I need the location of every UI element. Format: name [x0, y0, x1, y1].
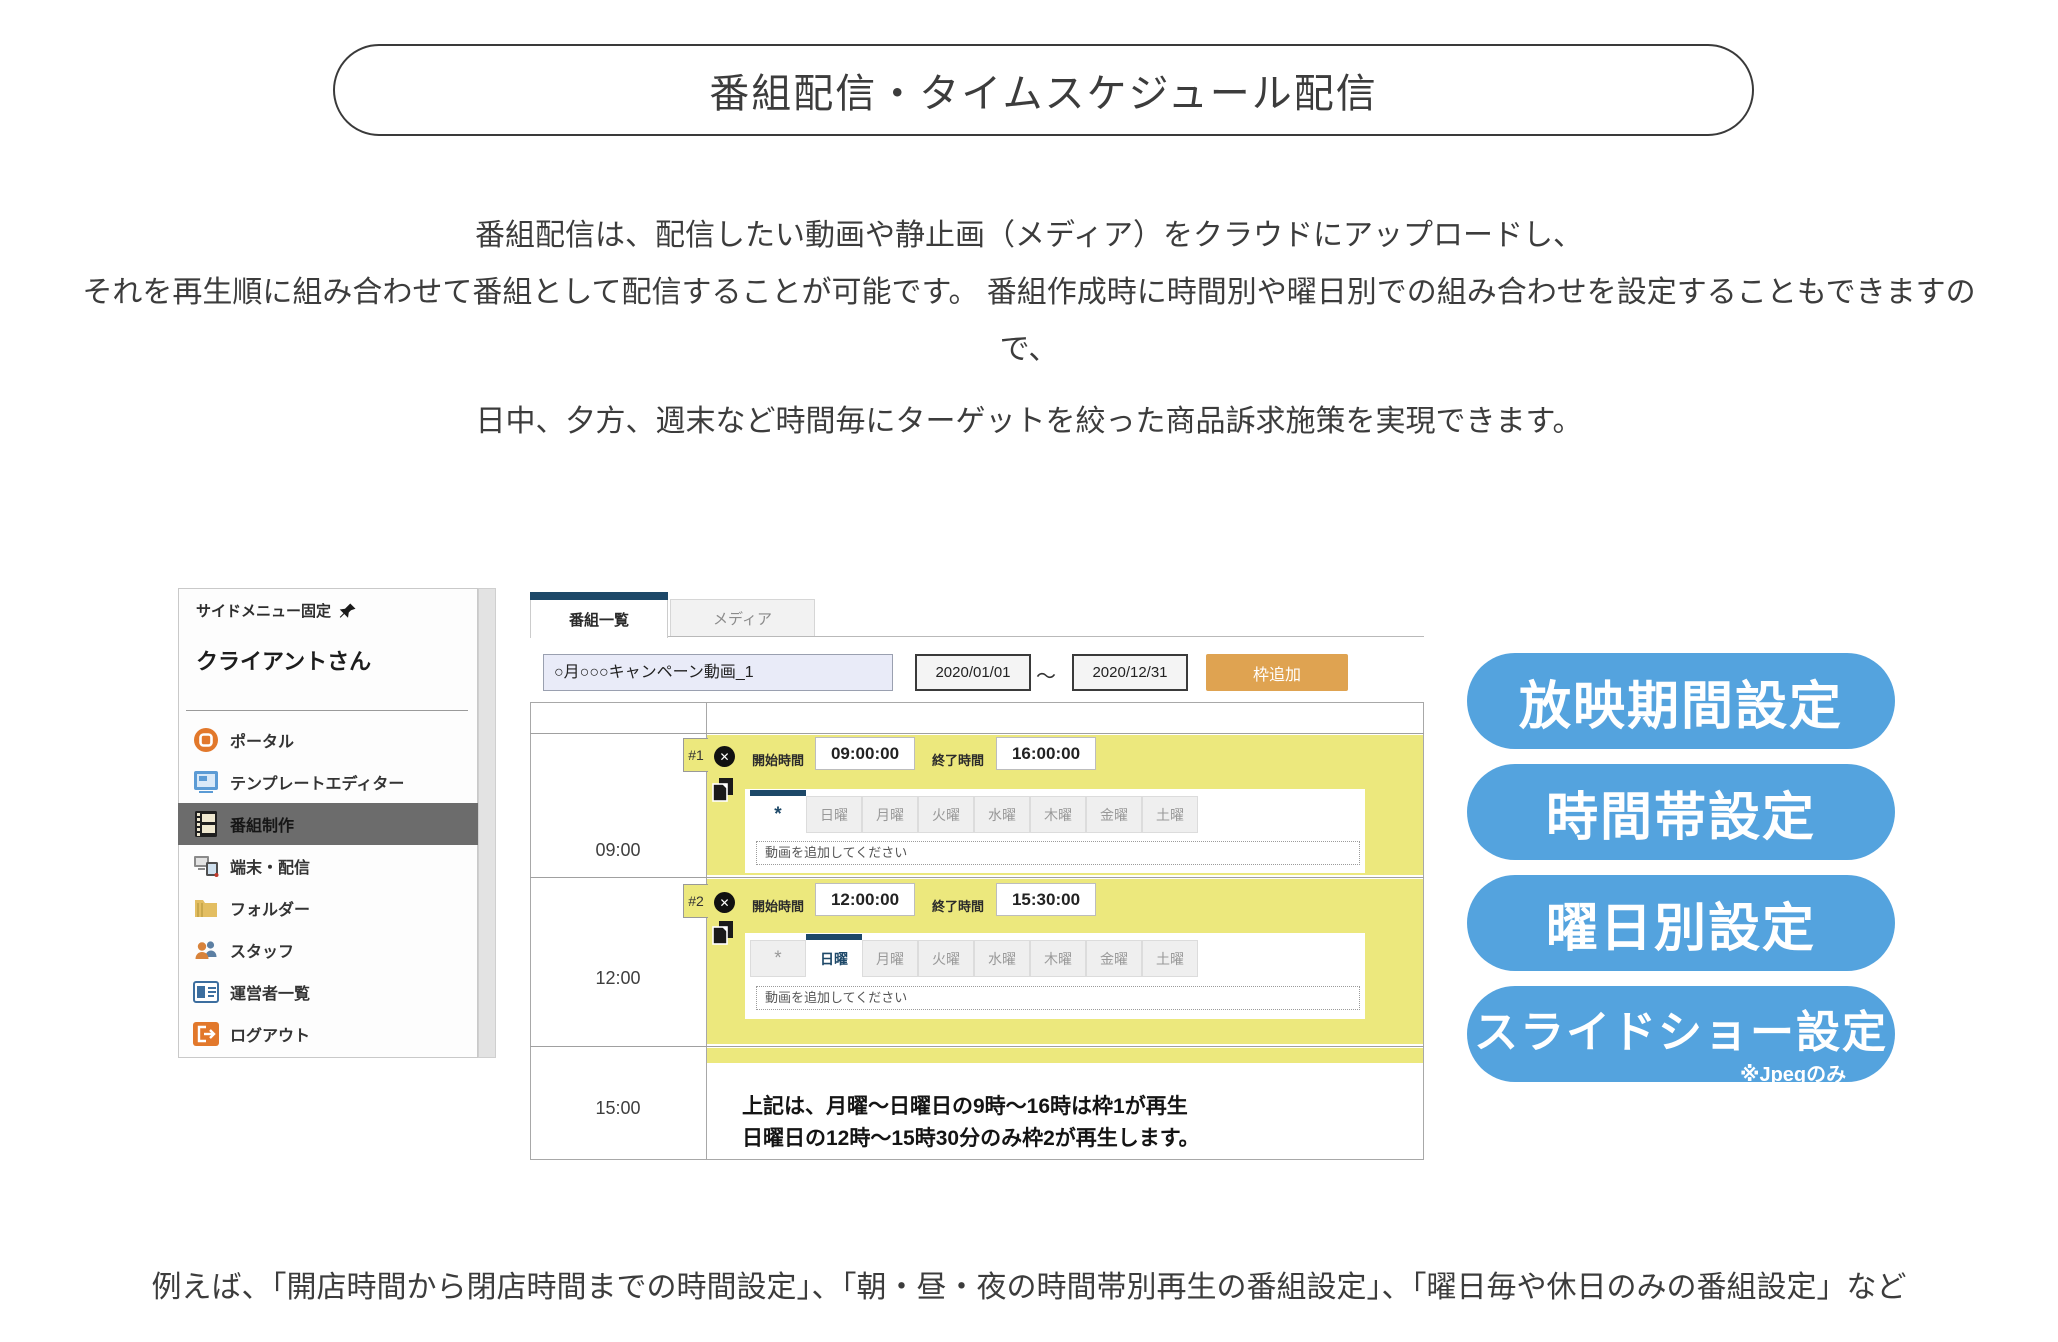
portal-icon — [193, 727, 219, 753]
operator-list-icon — [193, 979, 219, 1005]
slot-2-end-label: 終了時間 — [932, 896, 984, 915]
schedule-note-line-2: 日曜日の12時〜15時30分のみ枠2が再生します。 — [742, 1122, 1200, 1152]
slot-2-day-tab-all[interactable]: * — [750, 940, 806, 977]
date-to-input[interactable]: 2020/12/31 — [1072, 654, 1188, 691]
sidebar-item-devices-delivery[interactable]: 端末・配信 — [178, 845, 478, 887]
slot-1-day-tab-tue[interactable]: 火曜 — [918, 796, 974, 833]
client-name: クライアントさん — [196, 644, 371, 676]
folder-icon — [193, 895, 219, 921]
tab-program-list[interactable]: 番組一覧 — [530, 600, 668, 638]
slot-1-day-tab-thu[interactable]: 木曜 — [1030, 796, 1086, 833]
row-divider-2 — [530, 1046, 1424, 1047]
slot-2-start-time-input[interactable]: 12:00:00 — [815, 883, 915, 916]
slot-1-start-label: 開始時間 — [752, 750, 804, 769]
slot-1-day-tab-all[interactable]: * — [750, 796, 806, 833]
badge-broadcast-period: 放映期間設定 — [1467, 653, 1895, 749]
staff-icon — [193, 937, 219, 963]
sidebar-item-label: テンプレートエディター — [230, 770, 404, 794]
slot-2-day-tab-fri[interactable]: 金曜 — [1086, 940, 1142, 977]
sidebar-item-label: ポータル — [230, 728, 294, 752]
template-editor-icon — [193, 769, 219, 795]
slot-2-overflow-strip — [707, 1048, 1423, 1063]
slot-1-end-time-input[interactable]: 16:00:00 — [996, 737, 1096, 770]
slot-1-day-tab-fri[interactable]: 金曜 — [1086, 796, 1142, 833]
date-from-input[interactable]: 2020/01/01 — [915, 654, 1031, 691]
slot-2-end-time-input[interactable]: 15:30:00 — [996, 883, 1096, 916]
slot-2-day-tab-sun[interactable]: 日曜 — [806, 940, 862, 977]
sidebar-item-label: 番組制作 — [230, 812, 294, 836]
page-title: 番組配信・タイムスケジュール配信 — [333, 44, 1754, 136]
sidebar-item-logout[interactable]: ログアウト — [178, 1013, 478, 1055]
slot-1-day-tab-mon[interactable]: 月曜 — [862, 796, 918, 833]
sidebar-item-portal[interactable]: ポータル — [178, 719, 478, 761]
film-icon — [193, 811, 219, 837]
slot-1-copy-icon[interactable] — [710, 777, 736, 808]
sidebar-item-label: フォルダー — [230, 896, 310, 920]
slot-1-media-dropzone[interactable]: 動画を追加してください — [756, 841, 1360, 865]
row-divider-1 — [530, 877, 1424, 878]
pushpin-icon — [339, 602, 357, 620]
slot-1-start-time-input[interactable]: 09:00:00 — [815, 737, 915, 770]
logout-icon — [193, 1021, 219, 1047]
slot-2-day-tab-wed[interactable]: 水曜 — [974, 940, 1030, 977]
slot-2-day-tab-thu[interactable]: 木曜 — [1030, 940, 1086, 977]
active-tab-accent-bar — [530, 592, 668, 600]
slot-2-day-tab-sat[interactable]: 土曜 — [1142, 940, 1198, 977]
time-label-1200: 12:00 — [530, 968, 706, 989]
badge-slideshow-note: ※Jpegのみ — [1740, 1058, 1846, 1087]
sidebar-item-label: ログアウト — [230, 1022, 310, 1046]
slot-2-tab: #2 — [683, 884, 708, 918]
add-frame-button[interactable]: 枠追加 — [1206, 654, 1348, 691]
intro-line-1: 番組配信は、配信したい動画や静止画（メディア）をクラウドにアップロードし、 — [0, 210, 2058, 254]
badge-time-band: 時間帯設定 — [1467, 764, 1895, 860]
slot-2-media-dropzone[interactable]: 動画を追加してください — [756, 986, 1360, 1010]
sidebar-item-staff[interactable]: スタッフ — [178, 929, 478, 971]
sidebar-scrollbar[interactable] — [478, 588, 496, 1058]
slot-1-tab: #1 — [683, 738, 708, 772]
program-name-input[interactable]: ○月○○○キャンペーン動画_1 — [543, 654, 893, 691]
schedule-note-line-1: 上記は、月曜〜日曜日の9時〜16時は枠1が再生 — [742, 1090, 1188, 1120]
sidebar-divider — [186, 710, 468, 711]
date-range-separator: ～ — [1036, 660, 1056, 689]
devices-icon — [193, 853, 219, 879]
slot-1-day-tab-sun[interactable]: 日曜 — [806, 796, 862, 833]
sidebar-item-folder[interactable]: フォルダー — [178, 887, 478, 929]
intro-line-4: 日中、夕方、週末など時間毎にターゲットを絞った商品訴求施策を実現できます。 — [0, 396, 2058, 440]
sidebar-item-label: 運営者一覧 — [230, 980, 310, 1004]
tab-media[interactable]: メディア — [670, 599, 815, 636]
sidebar-item-label: スタッフ — [230, 938, 294, 962]
page: 番組配信・タイムスケジュール配信 番組配信は、配信したい動画や静止画（メディア）… — [0, 0, 2058, 1342]
sidebar-pin-label: サイドメニュー固定 — [196, 600, 331, 621]
footer-examples: 例えば、「開店時間から閉店時間までの時間設定」、「朝・昼・夜の時間帯別再生の番組… — [0, 1262, 2058, 1306]
sidebar-item-operator-list[interactable]: 運営者一覧 — [178, 971, 478, 1013]
slot-2-day-tab-tue[interactable]: 火曜 — [918, 940, 974, 977]
sidebar-item-label: 端末・配信 — [230, 854, 310, 878]
time-label-1500: 15:00 — [530, 1098, 706, 1119]
sidebar-pin-toggle[interactable]: サイドメニュー固定 — [196, 600, 357, 621]
badge-day-of-week: 曜日別設定 — [1467, 875, 1895, 971]
slot-2-copy-icon[interactable] — [710, 920, 736, 951]
time-label-0900: 09:00 — [530, 840, 706, 861]
slot-2-day-tab-mon[interactable]: 月曜 — [862, 940, 918, 977]
sidebar-item-template-editor[interactable]: テンプレートエディター — [178, 761, 478, 803]
slot-1-day-tab-wed[interactable]: 水曜 — [974, 796, 1030, 833]
slot-2-close-icon[interactable]: ✕ — [714, 892, 735, 913]
intro-line-2: それを再生順に組み合わせて番組として配信することが可能です。 番組作成時に時間別… — [0, 267, 2058, 311]
sidebar-item-program-production[interactable]: 番組制作 — [178, 803, 478, 845]
slot-1-close-icon[interactable]: ✕ — [714, 746, 735, 767]
slot-2-start-label: 開始時間 — [752, 896, 804, 915]
slot-1-end-label: 終了時間 — [932, 750, 984, 769]
slot-1-day-tab-sat[interactable]: 土曜 — [1142, 796, 1198, 833]
intro-line-3: で、 — [0, 324, 2058, 368]
table-header-divider — [530, 733, 1424, 734]
